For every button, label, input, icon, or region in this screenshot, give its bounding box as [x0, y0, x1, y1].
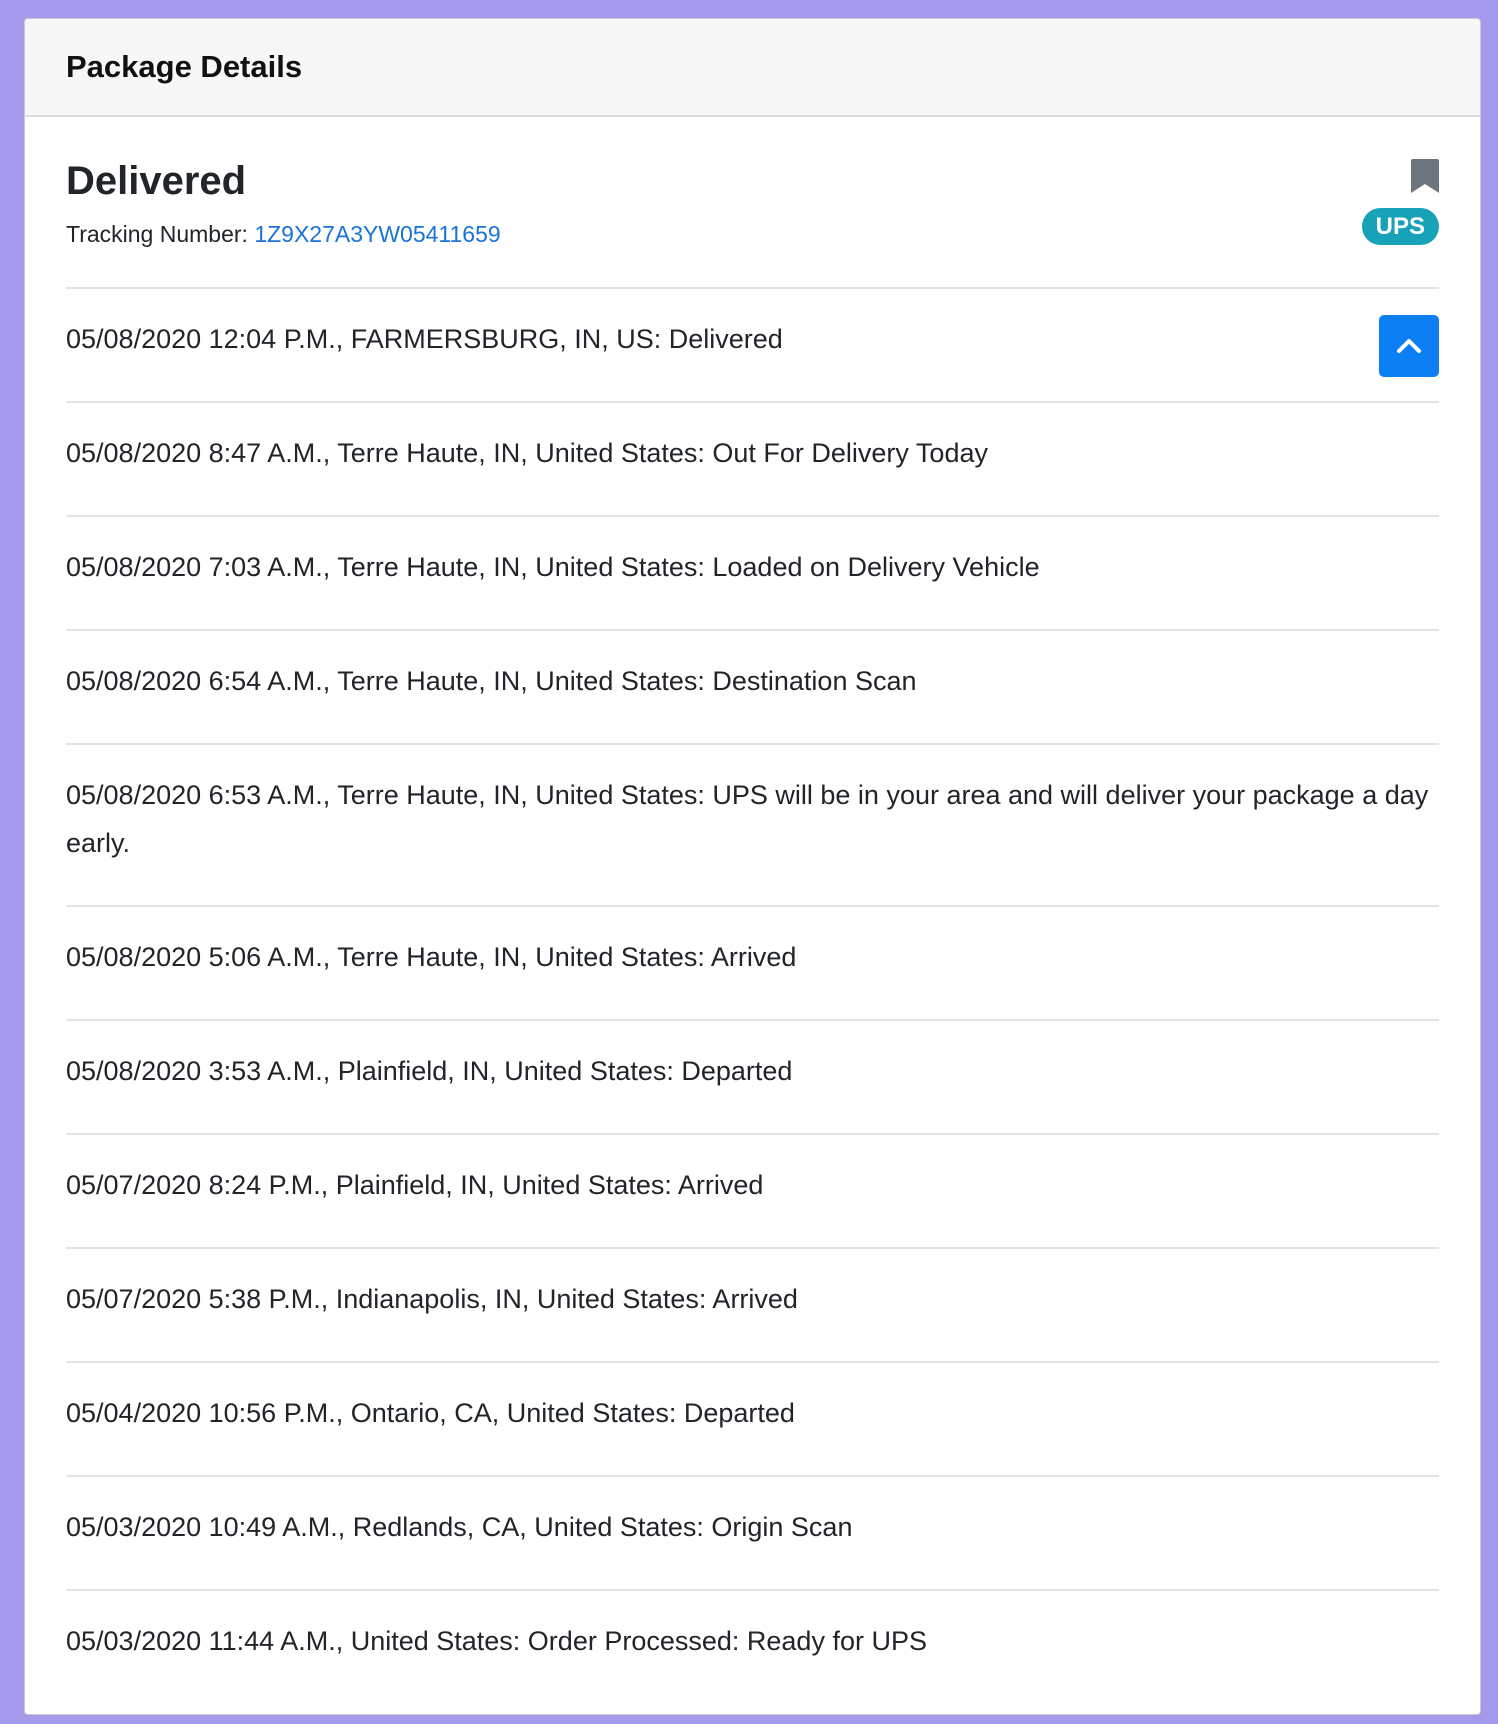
event-text: 05/08/2020 7:03 A.M., Terre Haute, IN, U… [66, 552, 1040, 582]
event-text: 05/07/2020 8:24 P.M., Plainfield, IN, Un… [66, 1170, 764, 1200]
tracking-event: 05/08/2020 6:54 A.M., Terre Haute, IN, U… [66, 631, 1439, 745]
event-text: 05/03/2020 10:49 A.M., Redlands, CA, Uni… [66, 1512, 853, 1542]
tracking-events-list: 05/08/2020 12:04 P.M., FARMERSBURG, IN, … [66, 289, 1439, 1705]
card-title: Package Details [66, 49, 303, 84]
tracking-event: 05/07/2020 8:24 P.M., Plainfield, IN, Un… [66, 1135, 1439, 1249]
tracking-number-link[interactable]: 1Z9X27A3YW05411659 [254, 221, 500, 247]
package-summary: Delivered Tracking Number: 1Z9X27A3YW054… [66, 117, 1439, 289]
bookmark-icon[interactable] [1411, 159, 1439, 193]
tracking-event: 05/08/2020 8:47 A.M., Terre Haute, IN, U… [66, 403, 1439, 517]
tracking-event: 05/08/2020 5:06 A.M., Terre Haute, IN, U… [66, 907, 1439, 1021]
event-text: 05/08/2020 12:04 P.M., FARMERSBURG, IN, … [66, 324, 783, 354]
tracking-event: 05/04/2020 10:56 P.M., Ontario, CA, Unit… [66, 1363, 1439, 1477]
tracking-event: 05/03/2020 11:44 A.M., United States: Or… [66, 1591, 1439, 1705]
tracking-event: 05/03/2020 10:49 A.M., Redlands, CA, Uni… [66, 1477, 1439, 1591]
tracking-event: 05/08/2020 12:04 P.M., FARMERSBURG, IN, … [66, 289, 1439, 403]
delivery-status: Delivered [66, 159, 247, 203]
tracking-event: 05/07/2020 5:38 P.M., Indianapolis, IN, … [66, 1249, 1439, 1363]
collapse-events-button[interactable] [1379, 315, 1439, 377]
event-text: 05/08/2020 8:47 A.M., Terre Haute, IN, U… [66, 438, 988, 468]
tracking-event: 05/08/2020 7:03 A.M., Terre Haute, IN, U… [66, 517, 1439, 631]
event-text: 05/08/2020 6:53 A.M., Terre Haute, IN, U… [66, 780, 1429, 858]
tracking-event: 05/08/2020 6:53 A.M., Terre Haute, IN, U… [66, 745, 1439, 907]
card-header: Package Details [25, 19, 1480, 117]
package-details-card: Package Details Delivered Tracking Numbe… [24, 18, 1481, 1715]
event-text: 05/08/2020 3:53 A.M., Plainfield, IN, Un… [66, 1056, 793, 1086]
chevron-up-icon [1397, 339, 1421, 353]
tracking-label: Tracking Number: [66, 221, 255, 247]
event-text: 05/08/2020 6:54 A.M., Terre Haute, IN, U… [66, 666, 917, 696]
tracking-info: Tracking Number: 1Z9X27A3YW05411659 [66, 221, 501, 248]
event-text: 05/03/2020 11:44 A.M., United States: Or… [66, 1626, 927, 1656]
event-text: 05/07/2020 5:38 P.M., Indianapolis, IN, … [66, 1284, 798, 1314]
tracking-event: 05/08/2020 3:53 A.M., Plainfield, IN, Un… [66, 1021, 1439, 1135]
carrier-badge: UPS [1361, 208, 1439, 245]
event-text: 05/04/2020 10:56 P.M., Ontario, CA, Unit… [66, 1398, 795, 1428]
card-body: Delivered Tracking Number: 1Z9X27A3YW054… [25, 117, 1480, 1705]
event-text: 05/08/2020 5:06 A.M., Terre Haute, IN, U… [66, 942, 797, 972]
